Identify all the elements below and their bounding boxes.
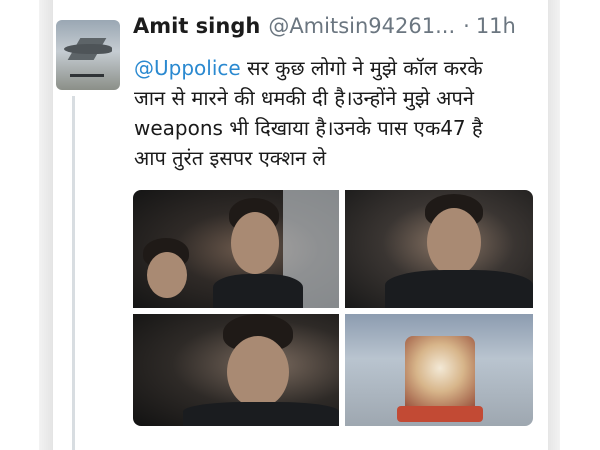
photo-3[interactable] — [133, 314, 339, 426]
tweet-header: Amit singh @Amitsin94261... · 11h — [133, 14, 516, 48]
avatar[interactable] — [56, 20, 120, 90]
tweet-text: @Uppolice सर कुछ लोगो ने मुझे कॉल करके ज… — [134, 53, 534, 183]
thread-line — [72, 96, 75, 450]
landing-gear — [70, 60, 104, 77]
deity-image — [405, 336, 475, 416]
person-shirt — [183, 402, 339, 426]
person-face — [231, 212, 279, 274]
media-grid — [133, 190, 533, 426]
tweet-time[interactable]: 11h — [476, 14, 516, 38]
separator-dot: · — [463, 14, 470, 38]
photo-1[interactable] — [133, 190, 339, 308]
tweet-text-line-1: @Uppolice सर कुछ लोगो ने मुझे कॉल करके — [134, 53, 534, 83]
person-shirt — [213, 274, 303, 308]
tweet-text-line-4: आप तुरंत इसपर एक्शन ले — [134, 146, 327, 170]
fighter-jet-icon — [64, 44, 112, 54]
author-handle[interactable]: @Amitsin94261... — [268, 14, 455, 38]
tweet-text-line-1-rest: सर कुछ लोगो ने मुझे कॉल करके — [240, 56, 483, 80]
right-border — [548, 0, 560, 450]
mention-link[interactable]: @Uppolice — [134, 56, 241, 80]
author-name[interactable]: Amit singh — [133, 14, 260, 38]
person-face — [227, 336, 289, 408]
left-border — [39, 0, 53, 450]
photo-4[interactable] — [345, 314, 533, 426]
deity-base — [397, 406, 483, 422]
photo-2[interactable] — [345, 190, 533, 308]
person-face — [147, 252, 187, 298]
person-face — [427, 208, 481, 276]
screenshot-frame: Amit singh @Amitsin94261... · 11h @Uppol… — [0, 0, 600, 450]
tweet-text-line-3: weapons भी दिखाया है।उनके पास एक47 है — [134, 116, 483, 140]
tweet-text-line-2: जान से मारने की धमकी दी है।उन्होंने मुझे… — [134, 86, 474, 110]
person-shirt — [385, 270, 533, 308]
